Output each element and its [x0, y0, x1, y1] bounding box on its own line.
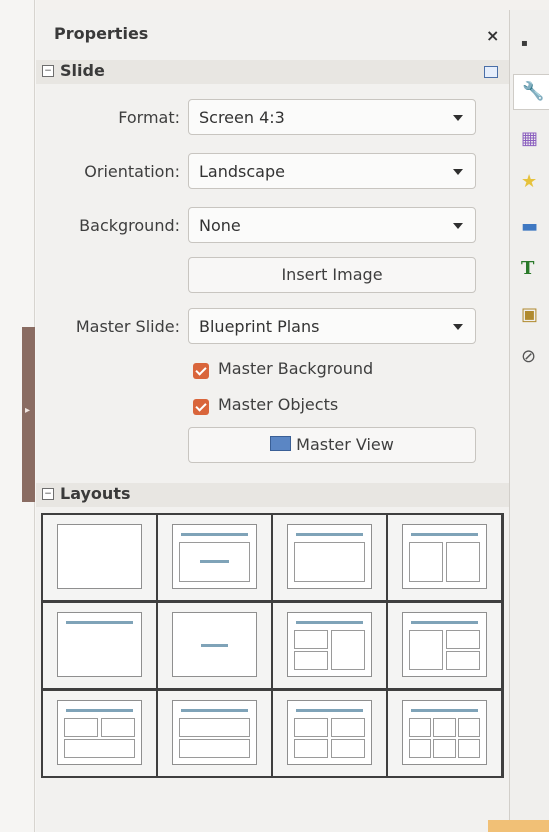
- background-dropdown[interactable]: None: [188, 207, 476, 243]
- layout-title-content[interactable]: [158, 515, 271, 600]
- orientation-dropdown[interactable]: Landscape: [188, 153, 476, 189]
- format-label: Format:: [118, 108, 180, 127]
- tab-navigator[interactable]: ⊘: [513, 340, 549, 376]
- styles-icon: T: [521, 258, 535, 279]
- slide-transition-icon: ▦: [521, 128, 539, 149]
- animation-star-icon: ★: [521, 171, 538, 192]
- orientation-label: Orientation:: [84, 162, 180, 181]
- master-view-label: Master View: [296, 435, 394, 454]
- tab-styles[interactable]: T: [513, 252, 549, 288]
- format-dropdown[interactable]: Screen 4:3: [188, 99, 476, 135]
- panel-title: Properties: [54, 24, 149, 43]
- properties-panel: Properties × − Slide Format: Screen 4:3 …: [36, 10, 509, 832]
- tab-master-slides[interactable]: ▬: [513, 210, 549, 246]
- navigator-icon: ⊘: [521, 346, 537, 367]
- master-pages-icon: ▬: [521, 216, 539, 237]
- layouts-grid: [41, 513, 504, 778]
- background-value: None: [199, 216, 241, 235]
- layout-title-2content-content[interactable]: [273, 603, 386, 688]
- layouts-section-title: Layouts: [60, 484, 131, 503]
- master-background-label[interactable]: Master Background: [218, 359, 373, 378]
- layout-title-6content[interactable]: [388, 691, 501, 776]
- layout-title-content-2content[interactable]: [388, 603, 501, 688]
- layout-blank[interactable]: [43, 515, 156, 600]
- more-options-icon[interactable]: [484, 66, 498, 78]
- chevron-down-icon: [453, 115, 463, 121]
- tab-properties[interactable]: 🔧: [513, 74, 549, 110]
- collapse-toggle-icon[interactable]: −: [42, 65, 54, 77]
- layout-title-2content-over-content[interactable]: [43, 691, 156, 776]
- layout-title-only[interactable]: [43, 603, 156, 688]
- layout-title-4content[interactable]: [273, 691, 386, 776]
- wrench-icon: 🔧: [522, 81, 545, 102]
- window-top-edge: [0, 0, 549, 10]
- chevron-down-icon: [453, 169, 463, 175]
- collapse-toggle-icon[interactable]: −: [42, 488, 54, 500]
- close-icon[interactable]: ×: [486, 26, 499, 45]
- master-objects-checkbox[interactable]: [193, 399, 209, 415]
- format-value: Screen 4:3: [199, 108, 285, 127]
- sidebar-tab-bar: ▪ 🔧 ▦ ★ ▬ T ▣ ⊘: [509, 10, 549, 832]
- layout-title-single[interactable]: [273, 515, 386, 600]
- master-slide-dropdown[interactable]: Blueprint Plans: [188, 308, 476, 344]
- master-slide-label: Master Slide:: [75, 317, 180, 336]
- layout-title-two-content[interactable]: [388, 515, 501, 600]
- chevron-down-icon: [453, 223, 463, 229]
- master-slide-value: Blueprint Plans: [199, 317, 320, 336]
- master-view-button[interactable]: Master View: [188, 427, 476, 463]
- tab-gallery[interactable]: ▣: [513, 298, 549, 334]
- master-background-checkbox[interactable]: [193, 363, 209, 379]
- tab-custom-animation[interactable]: ★: [513, 165, 549, 201]
- background-label: Background:: [79, 216, 180, 235]
- chevron-down-icon: [453, 324, 463, 330]
- slide-section-title: Slide: [60, 61, 105, 80]
- master-view-icon: [270, 436, 292, 451]
- layouts-section-header[interactable]: − Layouts: [36, 483, 509, 507]
- orientation-value: Landscape: [199, 162, 285, 181]
- panel-header: Properties ×: [36, 24, 509, 56]
- sidebar-collapse-handle[interactable]: ▸: [22, 327, 35, 502]
- sidebar-menu-icon[interactable]: ▪: [513, 32, 549, 68]
- master-objects-label[interactable]: Master Objects: [218, 395, 338, 414]
- slide-section-header[interactable]: − Slide: [36, 60, 509, 84]
- gallery-icon: ▣: [521, 304, 539, 325]
- layout-centered-text[interactable]: [158, 603, 271, 688]
- insert-image-button[interactable]: Insert Image: [188, 257, 476, 293]
- tab-slide-transition[interactable]: ▦: [513, 122, 549, 158]
- orange-edge-strip: [488, 820, 549, 832]
- layout-title-content-over-content[interactable]: [158, 691, 271, 776]
